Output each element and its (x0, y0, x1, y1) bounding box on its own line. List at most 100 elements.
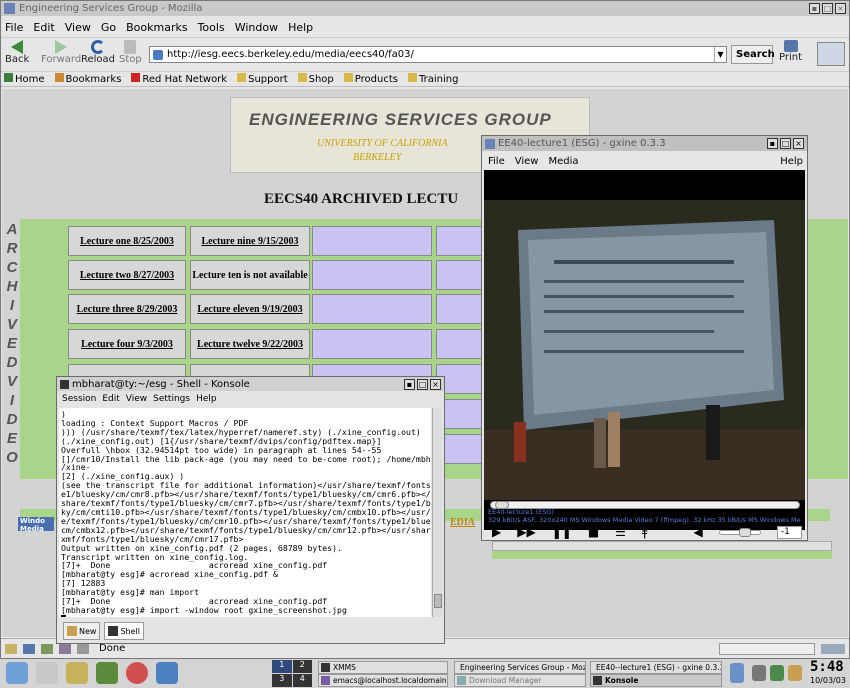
menu-bookmarks[interactable]: Bookmarks (126, 21, 187, 34)
gxine-close-button[interactable]: × (793, 138, 804, 149)
pause-icon[interactable]: ❚❚ (552, 525, 572, 539)
minimize-button[interactable]: ▪ (809, 3, 820, 14)
menu-edit[interactable]: Edit (33, 21, 54, 34)
scroll-thumb[interactable] (434, 594, 442, 608)
maximize-button[interactable]: □ (822, 3, 833, 14)
task-xmms[interactable]: XMMS (318, 661, 448, 674)
clock-time[interactable]: 5:48 (810, 659, 844, 675)
volume-thumb[interactable] (738, 527, 751, 537)
gxine-titlebar[interactable]: EE40-lecture1 (ESG) - gxine 0.3.3 ▪ □ × (482, 136, 807, 151)
lecture-link-label[interactable]: Lecture eleven 9/19/2003 (197, 304, 302, 315)
lecture-link[interactable]: Lecture eleven 9/19/2003 (190, 294, 310, 324)
systray-icon-2[interactable] (752, 665, 766, 681)
bm-shop[interactable]: Shop (297, 73, 334, 85)
systray-icon-3[interactable] (770, 665, 784, 681)
terminal-output[interactable]: ) loading : Context Support Macros / PDF)… (59, 408, 431, 617)
seek-thumb[interactable] (495, 501, 510, 509)
close-button[interactable]: × (835, 3, 846, 14)
redhat-launcher-icon[interactable] (36, 662, 58, 684)
browser-titlebar[interactable]: Engineering Services Group - Mozilla ▪ □… (1, 1, 849, 16)
bm-bookmarks[interactable]: Bookmarks (54, 73, 121, 85)
volume-icon[interactable]: ◀ (693, 525, 702, 539)
shell-tab[interactable]: Shell (104, 622, 144, 640)
search-button[interactable]: Search (731, 45, 775, 64)
desk-4[interactable]: 4 (292, 674, 312, 687)
lecture-link[interactable]: Lecture twelve 9/22/2003 (190, 329, 310, 359)
lecture-link-label[interactable]: Lecture nine 9/15/2003 (201, 236, 298, 247)
menu-tools[interactable]: Tools (198, 21, 225, 34)
konsole-minimize-button[interactable]: ▪ (404, 378, 415, 390)
menu-go[interactable]: Go (101, 21, 116, 34)
status-nav-icon[interactable] (5, 643, 17, 654)
media-link[interactable]: EDIA (450, 517, 475, 528)
desk-3[interactable]: 3 (272, 674, 292, 687)
stop-icon[interactable]: ■ (588, 525, 599, 539)
play-icon[interactable]: ▶ (492, 525, 501, 539)
settings-icon[interactable]: ǂ (642, 525, 648, 539)
systray-icon-1[interactable] (730, 663, 744, 683)
lecture-link[interactable]: Lecture four 9/3/2003 (68, 329, 186, 359)
kde-menu-icon[interactable] (6, 662, 28, 684)
konsole-close-button[interactable]: × (430, 378, 441, 390)
gxine-menu-help[interactable]: Help (780, 156, 803, 167)
desk-1[interactable]: 1 (272, 660, 292, 673)
terminal-scrollbar[interactable] (432, 408, 442, 617)
gxine-maximize-button[interactable]: □ (780, 138, 791, 149)
task-mozilla[interactable]: Engineering Services Group - Mozill (454, 661, 586, 674)
bm-products[interactable]: Products (343, 73, 398, 85)
konsole-menu-help[interactable]: Help (196, 394, 217, 404)
konsole-titlebar[interactable]: mbharat@ty:~/esg - Shell - Konsole ▪ □ × (57, 377, 444, 391)
konsole-menu-edit[interactable]: Edit (102, 394, 119, 404)
lecture-link[interactable]: Lecture one 8/25/2003 (68, 226, 186, 256)
fast-forward-icon[interactable]: ▶▶ (517, 525, 535, 539)
menu-view[interactable]: View (65, 21, 91, 34)
files-launcher-icon[interactable] (66, 662, 88, 684)
task-emacs[interactable]: emacs@localhost.localdomain (318, 674, 448, 687)
lecture-link-label[interactable]: Lecture three 8/29/2003 (77, 304, 178, 315)
lecture-link-label[interactable]: Lecture twelve 9/22/2003 (197, 339, 303, 350)
reload-button[interactable]: Reload (81, 40, 115, 65)
url-dropdown-icon[interactable]: ▼ (714, 47, 726, 62)
back-button[interactable]: Back (5, 40, 29, 65)
stop-button[interactable]: Stop (119, 40, 142, 65)
print-button[interactable]: Print (779, 40, 802, 63)
status-mail-icon[interactable] (23, 643, 35, 654)
konsole-menu-session[interactable]: Session (62, 394, 96, 404)
gxine-minimize-button[interactable]: ▪ (767, 138, 778, 149)
lecture-link-label[interactable]: Lecture two 8/27/2003 (80, 270, 174, 281)
menu-file[interactable]: File (5, 21, 23, 34)
status-addressbook-icon[interactable] (59, 643, 71, 654)
bm-support[interactable]: Support (237, 73, 288, 85)
new-session-button[interactable]: New (63, 622, 101, 640)
browser-launcher-icon[interactable] (156, 662, 178, 684)
bm-home[interactable]: Home (4, 73, 45, 85)
bm-training[interactable]: Training (407, 73, 458, 85)
lecture-link[interactable]: Lecture nine 9/15/2003 (190, 226, 310, 256)
lecture-link[interactable]: Lecture three 8/29/2003 (68, 294, 186, 324)
menu-window[interactable]: Window (235, 21, 278, 34)
gxine-menu-view[interactable]: View (515, 156, 539, 167)
lecture-link[interactable]: Lecture two 8/27/2003 (68, 260, 186, 290)
konsole-menu-settings[interactable]: Settings (153, 394, 190, 404)
desk-2[interactable]: 2 (292, 660, 312, 673)
volume-slider[interactable] (718, 527, 761, 537)
url-bar[interactable]: http://iesg.eecs.berkeley.edu/media/eecs… (149, 46, 727, 63)
office-launcher-icon[interactable] (96, 662, 118, 684)
playlist-icon[interactable]: ☰ (615, 525, 626, 539)
status-composer-icon[interactable] (41, 643, 53, 654)
forward-button[interactable]: Forward (41, 40, 81, 65)
lifebuoy-icon[interactable] (126, 662, 148, 684)
konsole-menu-view[interactable]: View (126, 394, 147, 404)
lecture-link-label[interactable]: Lecture one 8/25/2003 (80, 236, 174, 247)
menu-help[interactable]: Help (288, 21, 313, 34)
seek-slider[interactable] (490, 501, 800, 509)
task-konsole[interactable]: Konsole (590, 674, 722, 687)
bm-redhat[interactable]: Red Hat Network (131, 73, 227, 85)
gxine-menu-file[interactable]: File (488, 156, 505, 167)
task-download-manager[interactable]: Download Manager (454, 674, 586, 687)
video-area[interactable]: EE40-lecture1 (ESG) 329 kBit/s ASF, 320x… (484, 170, 805, 530)
task-gxine[interactable]: EE40--lecture1 (ESG) - gxine 0.3.3 (590, 661, 722, 674)
gxine-menu-media[interactable]: Media (548, 156, 578, 167)
konsole-maximize-button[interactable]: □ (417, 378, 428, 390)
systray-icon-4[interactable] (788, 665, 802, 681)
